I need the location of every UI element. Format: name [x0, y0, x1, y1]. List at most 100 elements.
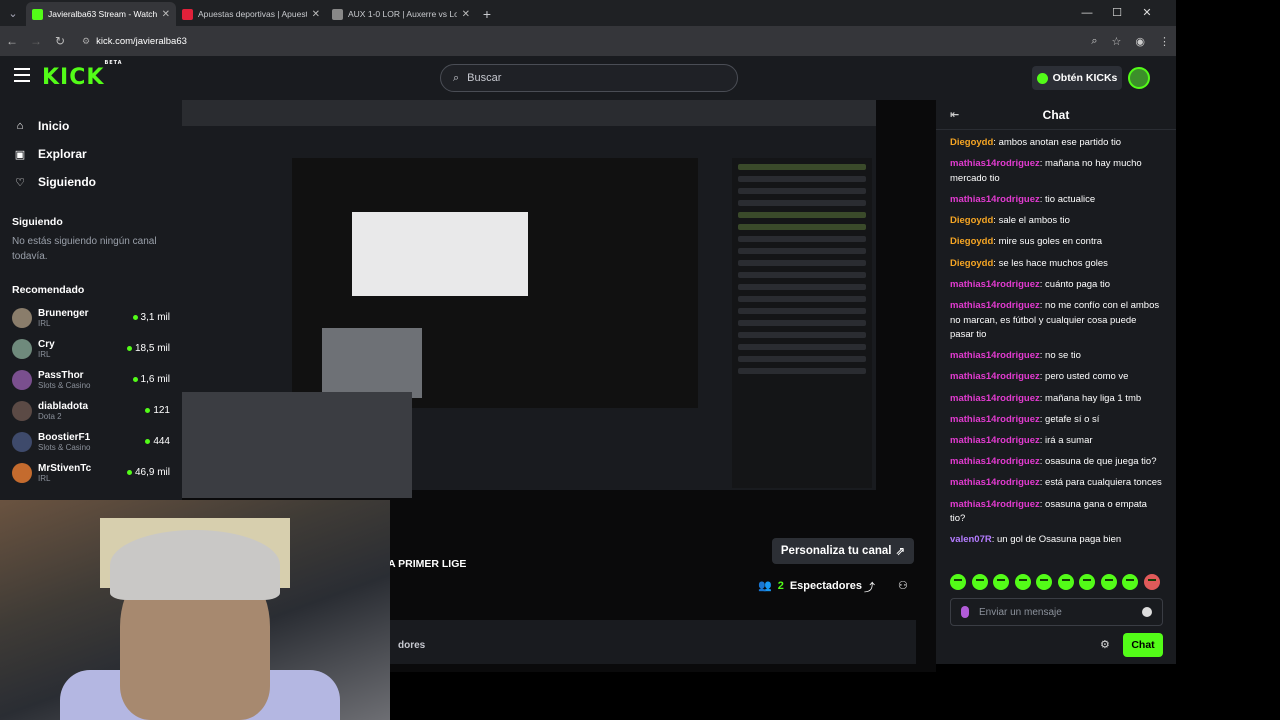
emote-icon[interactable]	[1079, 574, 1095, 590]
close-icon[interactable]: ✕	[462, 9, 470, 20]
channel-text: Cry IRL	[38, 339, 121, 359]
customize-channel-button[interactable]: Personaliza tu canal ⇗	[772, 538, 914, 564]
chat-username[interactable]: mathias14rodriguez	[950, 414, 1040, 425]
close-icon[interactable]: ✕	[162, 9, 170, 20]
user-avatar[interactable]	[1128, 67, 1150, 89]
chat-username[interactable]: mathias14rodriguez	[950, 158, 1040, 169]
chat-username[interactable]: Diegoydd	[950, 215, 993, 226]
maximize-icon[interactable]: ☐	[1102, 0, 1132, 26]
tab-0[interactable]: Javieralba63 Stream - Watch Li ✕	[26, 2, 176, 26]
sidebar: ⌂ Inicio ▣ Explorar ♡ Siguiendo Siguiendo N…	[0, 100, 182, 500]
hamburger-menu-icon[interactable]	[14, 68, 30, 82]
chat-username[interactable]: mathias14rodriguez	[950, 194, 1040, 205]
sidebar-item-inicio[interactable]: ⌂ Inicio	[0, 112, 182, 140]
sidebar-item-label: Inicio	[38, 119, 70, 133]
kebab-menu-icon[interactable]: ⋮	[1159, 35, 1170, 48]
chat-title: Chat	[1042, 107, 1070, 122]
emote-icon[interactable]	[950, 574, 966, 590]
close-window-icon[interactable]: ✕	[1132, 0, 1162, 26]
close-icon[interactable]: ✕	[312, 9, 320, 20]
chat-message: Diegoydd: ambos anotan ese partido tio	[950, 136, 1162, 151]
chat-username[interactable]: mathias14rodriguez	[950, 350, 1040, 361]
chat-message: mathias14rodriguez: osasuna gana o empat…	[950, 498, 1162, 527]
site-header: KICKBETA ⌕ Buscar Obtén KICKs	[0, 56, 1176, 100]
chat-username[interactable]: valen07R	[950, 534, 992, 545]
chat-text: está para cualquiera tonces	[1045, 477, 1162, 489]
emote-icon[interactable]	[1014, 574, 1031, 590]
emote-icon[interactable]	[1057, 574, 1074, 590]
chat-username[interactable]: mathias14rodriguez	[950, 371, 1040, 382]
chat-message: Diegoydd: sale el ambos tio	[950, 214, 1162, 229]
recommended-channel[interactable]: BoostierF1 Slots & Casino 444	[0, 426, 182, 457]
stream-video[interactable]	[182, 100, 936, 522]
kick-favicon-icon	[32, 8, 43, 20]
send-chat-button[interactable]: Chat	[1123, 633, 1163, 657]
tab-1[interactable]: Apuestas deportivas | Apuesta ✕	[176, 2, 326, 26]
recommended-channel[interactable]: PassThor Slots & Casino 1,6 mil	[0, 364, 182, 395]
collapse-chat-icon[interactable]: ⇤	[950, 108, 959, 121]
recommended-channel[interactable]: diabladota Dota 2 121	[0, 395, 182, 426]
new-tab-plus-icon[interactable]: +	[476, 2, 498, 26]
chat-message: mathias14rodriguez: osasuna de que juega…	[950, 455, 1162, 470]
kick-logo[interactable]: KICKBETA	[42, 60, 123, 90]
reload-icon[interactable]: ↻	[48, 34, 72, 48]
webcam-overlay	[0, 500, 390, 720]
tab-2[interactable]: AUX 1-0 LOR | Auxerre vs Lorie ✕	[326, 2, 476, 26]
share-icon[interactable]: ⤴	[864, 579, 875, 595]
nested-screen	[182, 100, 876, 498]
live-dot-icon	[126, 346, 132, 351]
emote-icon[interactable]	[1122, 574, 1138, 590]
tab-title: Javieralba63 Stream - Watch Li	[48, 9, 157, 19]
url-field[interactable]: ⚙ kick.com/javieralba63	[82, 36, 187, 47]
tab-search-icon[interactable]: ⌄	[0, 0, 26, 26]
search-input[interactable]: ⌕ Buscar	[440, 64, 738, 92]
emote-icon[interactable]	[971, 574, 988, 590]
forward-arrow-icon[interactable]: →	[24, 34, 48, 48]
live-dot-icon	[132, 315, 138, 320]
chat-username[interactable]: mathias14rodriguez	[950, 477, 1040, 488]
add-user-icon[interactable]: ⚇	[898, 579, 908, 592]
recommended-channel[interactable]: Brunenger IRL 3,1 mil	[0, 302, 182, 333]
live-dot-icon	[145, 408, 151, 413]
emote-icon[interactable]	[993, 574, 1009, 590]
chat-settings-gear-icon[interactable]: ⚙	[1100, 638, 1110, 651]
chat-input-placeholder: Enviar un mensaje	[979, 606, 1062, 618]
chat-username[interactable]: mathias14rodriguez	[950, 393, 1040, 404]
viewer-count: 18,5 mil	[134, 343, 170, 354]
chat-username[interactable]: mathias14rodriguez	[950, 300, 1040, 311]
sidebar-item-explorar[interactable]: ▣ Explorar	[0, 140, 182, 168]
tab-title: Apuestas deportivas | Apuesta	[198, 9, 307, 19]
recommended-channel[interactable]: MrStivenTc IRL 46,9 mil	[0, 457, 182, 488]
emote-icon[interactable]	[1036, 574, 1052, 590]
about-text: dores	[398, 640, 426, 651]
zoom-icon[interactable]: ⌕	[1091, 35, 1097, 48]
chat-text: ambos anotan ese partido tio	[998, 137, 1122, 148]
bookmark-star-icon[interactable]: ☆	[1112, 35, 1122, 48]
emote-icon[interactable]	[1100, 574, 1117, 590]
mic-icon[interactable]	[961, 606, 969, 618]
chat-panel: ⇤ Chat Diegoydd: ambos anotan ese partid…	[936, 100, 1176, 664]
site-info-icon[interactable]: ⚙	[82, 36, 90, 47]
back-arrow-icon[interactable]: ←	[0, 34, 24, 48]
chat-username[interactable]: Diegoydd	[950, 137, 993, 148]
chat-username[interactable]: mathias14rodriguez	[950, 456, 1040, 467]
chat-username[interactable]: mathias14rodriguez	[950, 279, 1040, 290]
viewer-count: 3,1 mil	[140, 312, 170, 323]
get-kicks-button[interactable]: Obtén KICKs	[1032, 66, 1122, 90]
emoji-icon[interactable]	[1142, 607, 1152, 617]
channel-avatar	[12, 431, 32, 452]
channel-category: Slots & Casino	[38, 442, 91, 452]
chat-username[interactable]: Diegoydd	[950, 258, 993, 269]
chat-username[interactable]: mathias14rodriguez	[950, 499, 1040, 510]
chat-message: mathias14rodriguez: irá a sumar	[950, 434, 1162, 449]
profile-icon[interactable]: ◉	[1135, 35, 1145, 48]
emote-icon[interactable]	[1143, 574, 1160, 590]
channel-viewers: 46,9 mil	[126, 467, 170, 478]
sidebar-item-siguiendo[interactable]: ♡ Siguiendo	[0, 168, 182, 196]
chat-text: mire sus goles en contra	[998, 236, 1103, 248]
chat-username[interactable]: Diegoydd	[950, 236, 993, 247]
chat-username[interactable]: mathias14rodriguez	[950, 435, 1040, 446]
minimize-icon[interactable]: —	[1072, 0, 1102, 26]
recommended-channel[interactable]: Cry IRL 18,5 mil	[0, 333, 182, 364]
chat-message-input[interactable]: Enviar un mensaje	[950, 598, 1163, 626]
